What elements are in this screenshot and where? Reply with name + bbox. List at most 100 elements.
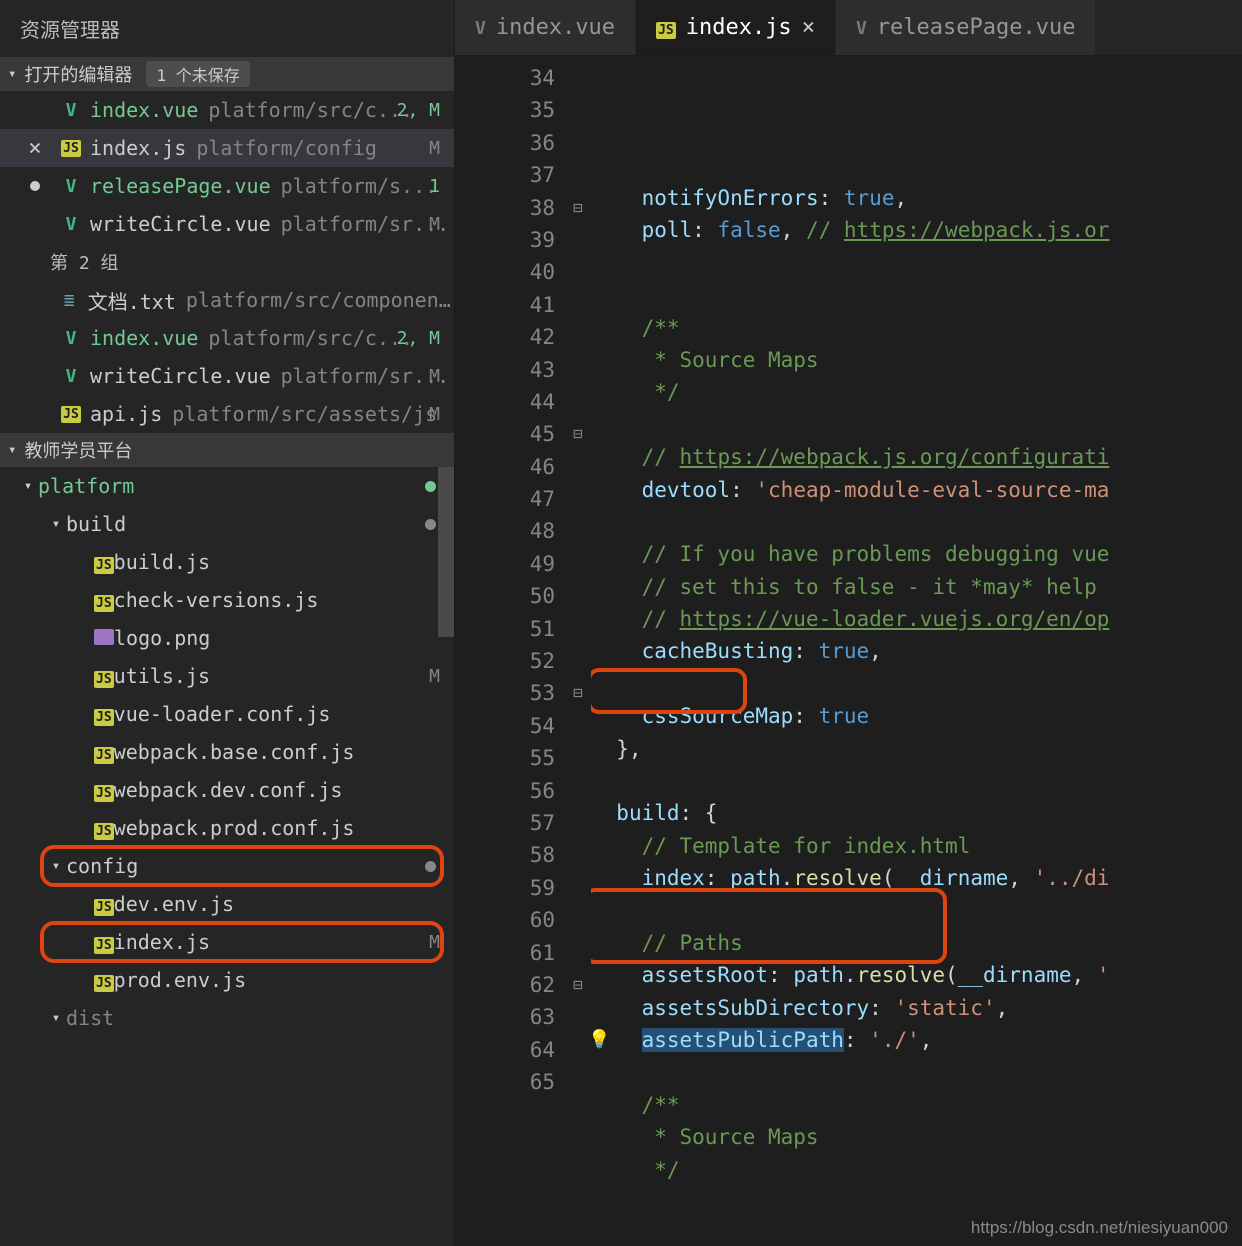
code-line[interactable]: */ [591,1154,1242,1186]
tree-item-name: dist [66,1006,114,1030]
close-icon[interactable]: × [28,136,41,161]
folder-item[interactable]: ▾dist [0,999,454,1037]
explorer-sidebar: 资源管理器 ▾ 打开的编辑器 1 个未保存 Vindex.vueplatform… [0,0,455,1246]
code-line[interactable]: index: path.resolve(__dirname, '../di [591,862,1242,894]
file-item[interactable]: JSprod.env.js [0,961,454,999]
file-item[interactable]: logo.png [0,619,454,657]
code-line[interactable]: }, [591,733,1242,765]
js-icon: JS [94,671,114,688]
file-item[interactable]: JSutils.jsM [0,657,454,695]
code-line[interactable]: */ [591,376,1242,408]
tree-item-name: build [66,512,126,536]
editor-tab[interactable]: VreleasePage.vue [836,0,1097,55]
folder-header[interactable]: ▾ 教师学员平台 [0,433,454,467]
file-name: writeCircle.vue [90,212,271,236]
code-line[interactable] [591,279,1242,311]
code-line[interactable] [591,1057,1242,1089]
js-icon: JS [94,709,114,726]
code-line[interactable]: // set this to false - it *may* help [591,571,1242,603]
code-line[interactable]: 💡 assetsPublicPath: './', [591,1024,1242,1056]
file-item[interactable]: JSwebpack.prod.conf.js [0,809,454,847]
chevron-down-icon: ▾ [8,66,16,82]
code-line[interactable] [591,895,1242,927]
vue-icon: V [475,18,486,39]
code-line[interactable]: build: { [591,797,1242,829]
code-line[interactable] [591,1186,1242,1218]
js-icon: JS [94,899,114,916]
open-editor-item[interactable]: Vindex.vueplatform/src/c...2, M [0,319,454,357]
code-line[interactable]: // Template for index.html [591,830,1242,862]
file-item[interactable]: JSwebpack.base.conf.js [0,733,454,771]
open-editors-header[interactable]: ▾ 打开的编辑器 1 个未保存 [0,57,454,91]
file-status: M [429,214,440,235]
open-editor-item[interactable]: JSapi.jsplatform/src/assets/jsM [0,395,454,433]
open-editor-item[interactable]: Vindex.vueplatform/src/c...2, M [0,91,454,129]
code-line[interactable]: // Paths [591,927,1242,959]
code-line[interactable]: cacheBusting: true, [591,635,1242,667]
open-editor-item[interactable]: ×JSindex.jsplatform/configM [0,129,454,167]
code-editor[interactable]: 3435363738394041424344454647484950515253… [455,56,1242,1246]
file-item[interactable]: JSdev.env.js [0,885,454,923]
chevron-down-icon: ▾ [8,442,16,458]
js-icon: JS [94,595,114,612]
file-item[interactable]: JSbuild.js [0,543,454,581]
code-line[interactable] [591,506,1242,538]
code-line[interactable]: // https://vue-loader.vuejs.org/en/op [591,603,1242,635]
code-line[interactable]: /** [591,312,1242,344]
folder-item[interactable]: ▾build [0,505,454,543]
vue-icon: V [66,100,77,121]
explorer-title: 资源管理器 [0,0,454,57]
tab-label: releasePage.vue [877,15,1076,40]
tree-item-name: check-versions.js [114,588,319,612]
code-line[interactable] [591,247,1242,279]
chevron-down-icon: ▾ [46,858,66,874]
code-line[interactable]: * Source Maps [591,1121,1242,1153]
code-line[interactable]: cssSourceMap: true [591,700,1242,732]
code-line[interactable]: assetsRoot: path.resolve(__dirname, ' [591,959,1242,991]
editor-tab[interactable]: JSindex.js× [636,0,836,55]
folder-item[interactable]: ▾platform [0,467,454,505]
code-line[interactable]: // If you have problems debugging vue [591,538,1242,570]
code-line[interactable]: // https://webpack.js.org/configurati [591,441,1242,473]
open-editor-item[interactable]: VwriteCircle.vueplatform/sr...M [0,205,454,243]
fold-column: ⊟⊟⊟⊟ [565,56,591,1246]
dirty-dot-icon [30,181,40,191]
code-line[interactable]: * Source Maps [591,344,1242,376]
file-status: M [429,366,440,387]
js-icon: JS [61,140,81,157]
code-line[interactable]: notifyOnErrors: true, [591,182,1242,214]
folder-item[interactable]: ▾config [0,847,454,885]
lightbulb-icon[interactable]: 💡 [591,1024,610,1056]
file-item[interactable]: JSindex.jsM [0,923,454,961]
js-icon: JS [61,406,81,423]
code-line[interactable] [591,409,1242,441]
close-icon[interactable]: × [802,15,815,40]
code-line[interactable] [591,668,1242,700]
vue-icon: V [856,18,867,39]
code-line[interactable]: /** [591,1089,1242,1121]
open-editor-item[interactable]: VreleasePage.vueplatform/s...1 [0,167,454,205]
editor-tab[interactable]: Vindex.vue [455,0,636,55]
file-item[interactable]: JSwebpack.dev.conf.js [0,771,454,809]
file-name: writeCircle.vue [90,364,271,388]
folder-name: 教师学员平台 [24,437,132,463]
open-editors-label: 打开的编辑器 [24,61,132,87]
code-line[interactable]: poll: false, // https://webpack.js.or [591,214,1242,246]
file-status: 1 [429,176,440,197]
file-item[interactable]: JSvue-loader.conf.js [0,695,454,733]
tree-item-name: webpack.base.conf.js [114,740,355,764]
file-path: platform/s... [281,174,438,198]
open-editor-item[interactable]: VwriteCircle.vueplatform/sr...M [0,357,454,395]
open-editor-item[interactable]: ≣文档.txtplatform/src/components [0,281,454,319]
file-path: platform/sr... [281,212,450,236]
chevron-down-icon: ▾ [18,478,38,494]
tree-item-name: build.js [114,550,210,574]
file-name: index.js [90,136,186,160]
code-line[interactable]: assetsSubDirectory: 'static', [591,992,1242,1024]
file-item[interactable]: JScheck-versions.js [0,581,454,619]
code-line[interactable]: devtool: 'cheap-module-eval-source-ma [591,474,1242,506]
code-content[interactable]: notifyOnErrors: true, poll: false, // ht… [591,56,1242,1246]
tree-item-name: index.js [114,930,210,954]
open-editors-list-2: ≣文档.txtplatform/src/componentsVindex.vue… [0,281,454,433]
code-line[interactable] [591,765,1242,797]
